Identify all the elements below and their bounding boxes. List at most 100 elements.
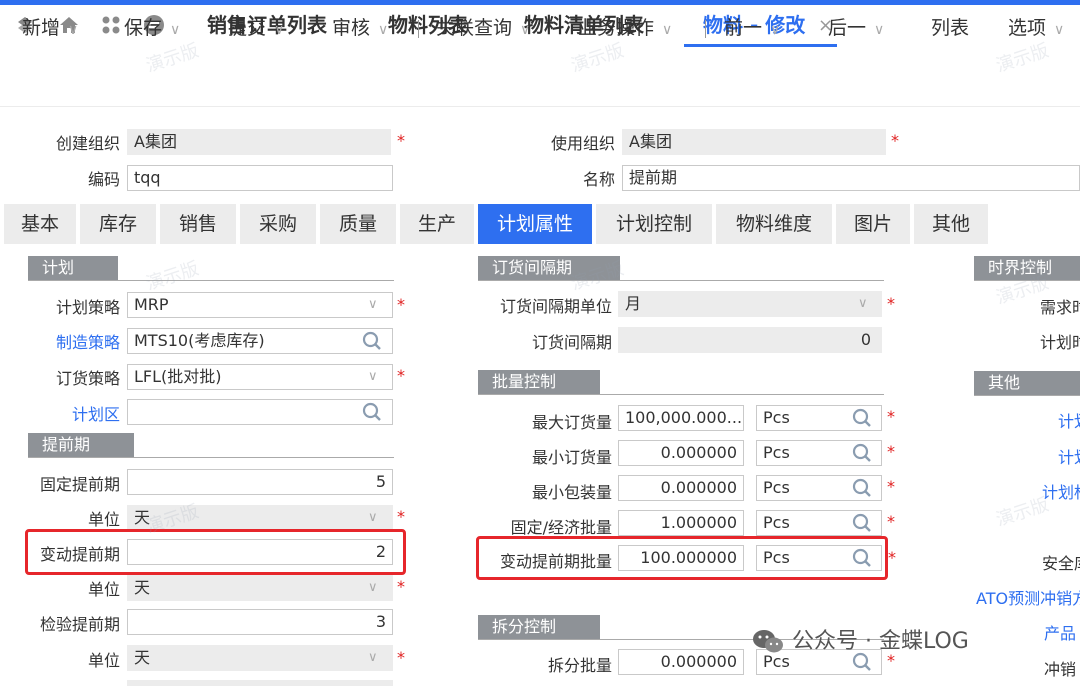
tab-images[interactable]: 图片 — [836, 204, 910, 244]
new-button[interactable]: 新增 ∨ — [22, 17, 78, 41]
chevron-down-icon: ∨ — [170, 22, 181, 38]
toolbar-separator — [705, 20, 706, 38]
required-marker: * — [887, 407, 895, 426]
plan-section-header: 计划 — [28, 256, 118, 280]
order-interval-label: 订货间隔期 — [531, 333, 612, 352]
chevron-down-icon[interactable]: ∨ — [368, 511, 378, 525]
variable-leadtime-batch-input[interactable]: 100.000000 — [618, 545, 744, 571]
variable-leadtime-input[interactable]: 2 — [127, 539, 393, 565]
next-button[interactable]: 后一 ∨ — [828, 17, 884, 41]
tab-plan-control[interactable]: 计划控制 — [596, 204, 712, 244]
previous-button[interactable]: 前一 ∨ — [724, 17, 780, 41]
max-order-qty-input[interactable]: 100,000.000... — [618, 405, 744, 431]
split-qty-input[interactable]: 0.000000 — [618, 649, 744, 675]
leadtime-section-header: 提前期 — [28, 433, 134, 457]
chevron-down-icon[interactable]: ∨ — [368, 298, 378, 312]
watermark: 演示版 — [143, 258, 202, 295]
account-mark: 公众号 · 金蝶LOG — [792, 629, 969, 654]
chevron-down-icon: ∨ — [1054, 22, 1065, 38]
fixed-leadtime-unit-select[interactable]: 天 — [127, 505, 393, 531]
required-marker: * — [397, 648, 405, 667]
min-pack-qty-input[interactable]: 0.000000 — [618, 475, 744, 501]
search-icon[interactable] — [852, 652, 872, 672]
order-interval-unit-select[interactable]: 月 — [618, 291, 882, 317]
section-divider — [28, 280, 394, 281]
apps-grid-icon[interactable] — [100, 14, 122, 36]
submit-button[interactable]: 提交 ∨ — [228, 17, 284, 41]
batch-section-header: 批量控制 — [478, 370, 600, 394]
related-query-button[interactable]: 关联查询 ∨ — [436, 17, 530, 41]
inspect-leadtime-input[interactable]: 3 — [127, 609, 393, 635]
tab-production[interactable]: 生产 — [400, 204, 474, 244]
ato-forecast-offset-link[interactable]: ATO预测冲销方 — [976, 589, 1080, 609]
mfg-strategy-link[interactable]: 制造策略 — [20, 333, 120, 353]
list-button[interactable]: 列表 — [931, 17, 969, 39]
chevron-down-icon[interactable]: ∨ — [368, 651, 378, 665]
save-button[interactable]: 保存 ∨ — [124, 17, 180, 41]
tab-quality[interactable]: 质量 — [320, 204, 396, 244]
time-fence-section-header: 时界控制 — [974, 256, 1080, 280]
chevron-down-icon[interactable]: ∨ — [368, 581, 378, 595]
search-icon[interactable] — [362, 331, 382, 351]
create-org-field[interactable]: A集团 — [127, 129, 391, 155]
fixed-economic-batch-input[interactable]: 1.000000 — [618, 510, 744, 536]
search-icon[interactable] — [852, 478, 872, 498]
audit-button[interactable]: 审核 ∨ — [332, 17, 388, 41]
tab-material-dimension[interactable]: 物料维度 — [716, 204, 832, 244]
variable-leadtime-unit-select[interactable]: 天 — [127, 575, 393, 601]
unit-label: 单位 — [87, 510, 120, 529]
code-input[interactable]: tqq — [127, 165, 393, 191]
search-icon[interactable] — [852, 408, 872, 428]
plan-strategy-select[interactable]: MRP — [127, 292, 393, 318]
search-icon[interactable] — [852, 548, 872, 568]
offset-label: 冲销 — [1044, 660, 1077, 679]
business-ops-button[interactable]: 业务操作 ∨ — [578, 17, 672, 41]
name-input[interactable]: 提前期 — [622, 165, 1080, 191]
next-field-partial — [127, 680, 393, 686]
plan-zone-input[interactable] — [127, 399, 393, 425]
tab-inventory[interactable]: 库存 — [80, 204, 156, 244]
section-divider — [478, 280, 884, 281]
chevron-down-icon: ∨ — [770, 22, 781, 38]
tab-plan-attributes[interactable]: 计划属性 — [478, 204, 592, 244]
variable-leadtime-label: 变动提前期 — [39, 545, 120, 564]
inspect-leadtime-unit-select[interactable]: 天 — [127, 645, 393, 671]
tab-purchase[interactable]: 采购 — [240, 204, 316, 244]
search-icon[interactable] — [852, 513, 872, 533]
chevron-down-icon: ∨ — [662, 22, 673, 38]
chevron-down-icon[interactable]: ∨ — [368, 370, 378, 384]
min-order-qty-input[interactable]: 0.000000 — [618, 440, 744, 466]
fixed-leadtime-input[interactable]: 5 — [127, 469, 393, 495]
required-marker: * — [888, 548, 896, 567]
safety-stock-label: 安全库 — [1042, 554, 1080, 573]
name-label: 名称 — [582, 170, 615, 189]
use-org-field[interactable]: A集团 — [622, 129, 886, 155]
section-divider — [478, 394, 884, 395]
product-link[interactable]: 产品 — [1044, 624, 1076, 644]
mfg-strategy-input[interactable]: MTS10(考虑库存) — [127, 328, 393, 354]
order-strategy-select[interactable]: LFL(批对批) — [127, 364, 393, 390]
tab-basic[interactable]: 基本 — [4, 204, 76, 244]
plan-zone-link[interactable]: 计划区 — [20, 405, 120, 425]
required-marker: * — [887, 294, 895, 313]
tab-other[interactable]: 其他 — [914, 204, 988, 244]
options-button[interactable]: 选项 ∨ — [1008, 17, 1064, 41]
required-marker: * — [887, 512, 895, 531]
tab-sales[interactable]: 销售 — [160, 204, 236, 244]
create-org-label: 创建组织 — [55, 134, 120, 153]
fixed-leadtime-label: 固定提前期 — [39, 475, 120, 494]
chevron-down-icon[interactable]: ∨ — [858, 297, 868, 311]
section-divider — [974, 280, 1080, 281]
search-icon[interactable] — [362, 402, 382, 422]
chevron-down-icon: ∨ — [68, 22, 79, 38]
plan-strategy-label: 计划策略 — [55, 298, 120, 317]
required-marker: * — [887, 651, 895, 670]
search-icon[interactable] — [852, 443, 872, 463]
plan-link-3[interactable]: 计划标 — [1042, 483, 1080, 503]
required-marker: * — [887, 442, 895, 461]
demand-fence-label: 需求时 — [1040, 298, 1080, 317]
plan-link-2[interactable]: 计划 — [1058, 448, 1080, 468]
min-order-qty-label: 最小订货量 — [531, 448, 612, 467]
plan-link-1[interactable]: 计划 — [1058, 412, 1080, 432]
required-marker: * — [397, 507, 405, 526]
